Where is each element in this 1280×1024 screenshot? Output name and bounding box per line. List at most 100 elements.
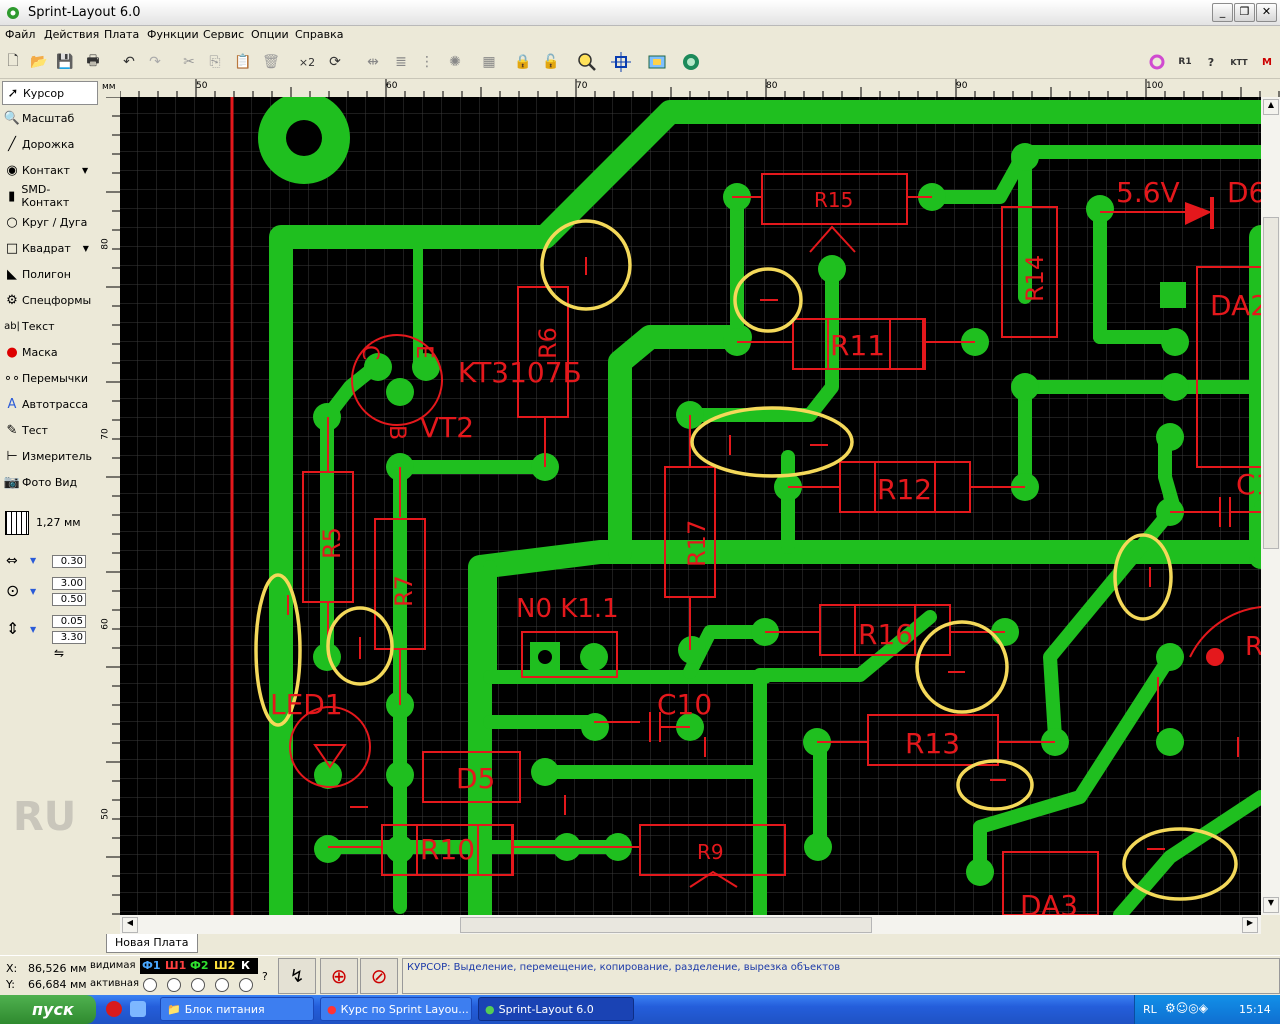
tool-photo-view[interactable]: 📷 Фото Вид (2, 471, 96, 493)
help-icon[interactable]: ? (1200, 51, 1222, 73)
layer-help[interactable]: ? (262, 970, 268, 983)
horizontal-scroll-thumb[interactable] (460, 917, 872, 933)
opera-icon[interactable] (106, 1001, 122, 1017)
vertical-scroll-thumb[interactable] (1263, 217, 1279, 549)
tool-track[interactable]: ╱ Дорожка (2, 133, 96, 155)
menu-functions[interactable]: Функции (147, 28, 199, 41)
menu-help[interactable]: Справка (295, 28, 343, 41)
task-power-supply[interactable]: 📁 Блок питания (160, 997, 314, 1021)
vertical-scrollbar[interactable]: ▲ ▼ (1261, 97, 1280, 915)
close-button[interactable]: ✕ (1256, 3, 1277, 22)
rotate-icon[interactable]: ⟳ (324, 51, 346, 73)
menu-board[interactable]: Плата (104, 28, 139, 41)
cut-icon[interactable]: ✂ (178, 51, 200, 73)
tool-smd-pad[interactable]: ▮ SMD-Контакт (2, 183, 96, 209)
paste-icon[interactable]: 📋 (232, 51, 254, 73)
tool-circle[interactable]: ○ Круг / Дуга (2, 211, 96, 233)
lock-icon[interactable]: 🔒 (512, 51, 534, 73)
layer-f2[interactable]: Ф2 (190, 959, 209, 972)
menu-file[interactable]: Файл (5, 28, 35, 41)
swap-icon[interactable]: ⇋ (54, 646, 64, 660)
label-kt3107: KT3107Б (458, 356, 582, 389)
undo-icon[interactable]: ↶ (118, 51, 140, 73)
layer-sh1[interactable]: Ш1 (165, 959, 186, 972)
r1-icon[interactable]: R1 (1174, 51, 1196, 73)
left-ruler-ticks (106, 97, 120, 915)
label-n0k11: N0 K1.1 (516, 594, 619, 624)
save-icon[interactable]: 💾 (54, 51, 76, 73)
layer-sh2[interactable]: Ш2 (214, 959, 235, 972)
duplicate-icon[interactable]: ×2 (296, 51, 318, 73)
pad-inner-input[interactable]: 0.50 (52, 593, 86, 606)
grid-size-label[interactable]: 1,27 мм (36, 516, 81, 529)
pad-outer-input[interactable]: 3.00 (52, 577, 86, 590)
value-b-input[interactable]: 3.30 (52, 631, 86, 644)
tool-test[interactable]: ✎ Тест (2, 419, 96, 441)
no-route-icon[interactable]: ⊘ (360, 958, 398, 994)
menu-service[interactable]: Сервис (203, 28, 244, 41)
layer-k[interactable]: К (241, 959, 250, 972)
tool-mask[interactable]: ● Маска (2, 341, 96, 363)
redo-icon[interactable]: ↷ (144, 51, 166, 73)
ktt-icon[interactable]: KTT (1228, 51, 1250, 73)
layer-radio-sh2[interactable] (215, 978, 229, 992)
delete-icon[interactable]: 🗑 (260, 51, 282, 73)
layer-radio-f2[interactable] (191, 978, 205, 992)
tool-measure[interactable]: ⊢ Измеритель (2, 445, 96, 467)
tool-autoroute[interactable]: A Автотрасса (2, 393, 96, 415)
tool-text[interactable]: ab| Текст (2, 315, 96, 337)
copy-icon[interactable]: ⎘ (204, 51, 226, 73)
horizontal-scrollbar[interactable]: ◀ ▶ (120, 915, 1261, 934)
task-sprint-layout[interactable]: ● Sprint-Layout 6.0 (478, 997, 634, 1021)
group-icon[interactable]: ▦ (478, 51, 500, 73)
grid-icon[interactable] (5, 511, 29, 535)
pink-circle-icon[interactable] (1146, 51, 1168, 73)
m-icon[interactable]: M (1256, 51, 1278, 73)
open-folder-icon[interactable]: 📂 (28, 51, 50, 73)
ie-icon[interactable] (130, 1001, 146, 1017)
tool-cursor[interactable]: ➚ Курсор (2, 81, 98, 105)
tool-pad[interactable]: ◉ Контакт ▼ (2, 159, 96, 181)
layer-f1[interactable]: Ф1 (142, 959, 161, 972)
macro-icon[interactable] (680, 51, 702, 73)
y-label: Y: (6, 978, 15, 991)
task-sprint-course[interactable]: ● Курс по Sprint Layou... (320, 997, 472, 1021)
tool-zoom[interactable]: 🔍 Масштаб (2, 107, 96, 129)
layer-radio-f1[interactable] (143, 978, 157, 992)
scroll-right-button[interactable]: ▶ (1242, 917, 1258, 933)
scroll-left-button[interactable]: ◀ (122, 917, 138, 933)
menu-actions[interactable]: Действия (44, 28, 99, 41)
menu-options[interactable]: Опции (251, 28, 289, 41)
center-icon[interactable] (610, 51, 632, 73)
zoom-icon[interactable] (576, 51, 598, 73)
layer-radio-sh1[interactable] (167, 978, 181, 992)
pcb-canvas[interactable]: R15 R14 R11 R12 R17 R16 R13 R9 R10 R7 R5… (120, 97, 1261, 915)
track-mode-icon[interactable]: ↯ (278, 958, 316, 994)
scroll-up-button[interactable]: ▲ (1263, 99, 1279, 115)
mirror-icon[interactable]: ⇹ (362, 51, 384, 73)
unlock-icon[interactable]: 🔓 (540, 51, 562, 73)
maximize-button[interactable]: ❐ (1234, 3, 1255, 22)
new-file-icon[interactable]: 🗋 (2, 51, 24, 73)
start-button[interactable]: пуск (0, 995, 96, 1024)
align-icon[interactable]: ≣ (390, 51, 412, 73)
tab-new-board[interactable]: Новая Плата (106, 934, 198, 953)
track-width-input[interactable]: 0.30 (52, 555, 86, 568)
minimize-button[interactable]: _ (1212, 3, 1233, 22)
language-indicator[interactable]: RL (1143, 1003, 1157, 1016)
tool-jumper[interactable]: ∘∘ Перемычки (2, 367, 96, 389)
settings-icon[interactable]: ✺ (444, 51, 466, 73)
import-icon[interactable] (646, 51, 668, 73)
jumper-icon: ∘∘ (3, 370, 21, 386)
layer-radio-k[interactable] (239, 978, 253, 992)
value-a-input[interactable]: 0.05 (52, 615, 86, 628)
tool-square[interactable]: □ Квадрат ▼ (2, 237, 96, 259)
print-icon[interactable]: 🖶 (82, 51, 104, 73)
scroll-down-button[interactable]: ▼ (1263, 897, 1279, 913)
system-tray: RL ⚙☺◎◈ 15:14 (1134, 995, 1280, 1024)
crosshair-icon[interactable]: ⊕ (320, 958, 358, 994)
distribute-icon[interactable]: ⋮ (416, 51, 438, 73)
tray-icons[interactable]: ⚙☺◎◈ (1165, 1001, 1208, 1015)
tool-special-shapes[interactable]: ⚙ Спецформы (2, 289, 96, 311)
tool-polygon[interactable]: ◣ Полигон (2, 263, 96, 285)
